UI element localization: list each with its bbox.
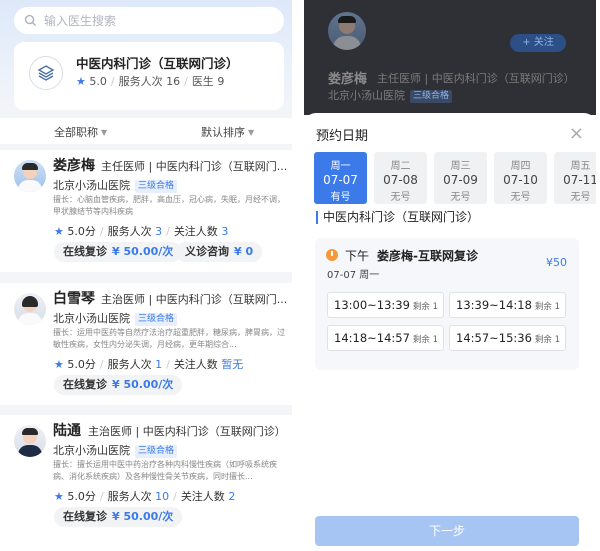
department-service-count: 16 bbox=[166, 75, 181, 88]
doctor-name: 白雪琴 bbox=[53, 291, 95, 307]
star-icon: ★ bbox=[54, 358, 64, 371]
department-rating: 5.0 bbox=[89, 75, 107, 88]
doctor-stats: ★ 5.0分 / 服务人次 10/关注人数 2 bbox=[54, 490, 236, 503]
doctor-list-screen: 输入医生搜索 中医内科门诊（互联网门诊） ★ 5.0/服务人次 16/医生 9 … bbox=[0, 0, 292, 551]
doctor-hospital: 北京小汤山医院 三级合格 bbox=[53, 442, 178, 458]
profile-name: 娄彦梅 bbox=[328, 72, 368, 87]
slot-price: ¥50 bbox=[546, 256, 567, 269]
booking-screen: + 关注 娄彦梅 主任医师 | 中医内科门诊（互联网门诊） 北京小汤山医院 三级合… bbox=[304, 0, 596, 551]
dimmed-profile-overlay[interactable]: + 关注 娄彦梅 主任医师 | 中医内科门诊（互联网门诊） 北京小汤山医院 三级合… bbox=[304, 0, 596, 115]
doctor-stats: ★ 5.0分 / 服务人次 3/关注人数 3 bbox=[54, 225, 229, 238]
booking-sheet: 预约日期 × 周一 07-07 有号 周二 07-08 无号 周三 07-09 … bbox=[304, 113, 596, 551]
online-revisit-chip[interactable]: 在线复诊 ¥ 50.00/次 bbox=[54, 242, 183, 262]
time-slot[interactable]: 13:39~14:18 剩余 1 bbox=[449, 292, 566, 318]
hospital-tag: 三级合格 bbox=[135, 180, 178, 193]
doctor-card[interactable]: 陆通 主治医师 | 中医内科门诊（互联网门诊） 北京小汤山医院 三级合格 擅长：擅… bbox=[0, 415, 292, 551]
doctor-card[interactable]: 白雪琴 主治医师 | 中医内科门诊（互联网门... 北京小汤山医院 三级合格 擅长… bbox=[0, 283, 292, 405]
date-option[interactable]: 周三 07-09 无号 bbox=[434, 152, 487, 204]
profile-hospital: 北京小汤山医院 三级合格 bbox=[328, 87, 453, 103]
caret-down-icon: ▼ bbox=[248, 128, 255, 137]
search-placeholder: 输入医生搜索 bbox=[44, 14, 117, 28]
department-card[interactable]: 中医内科门诊（互联网门诊） ★ 5.0/服务人次 16/医生 9 bbox=[14, 42, 284, 110]
layers-icon bbox=[29, 56, 63, 90]
hospital-tag: 三级合格 bbox=[135, 445, 178, 458]
doctor-name: 娄彦梅 bbox=[53, 158, 95, 174]
date-option[interactable]: 周一 07-07 有号 bbox=[314, 152, 367, 204]
doctor-stats: ★ 5.0分 / 服务人次 1/关注人数 暂无 bbox=[54, 358, 244, 371]
doctor-title: 主任医师 | 中医内科门诊（互联网门... bbox=[101, 160, 288, 173]
online-revisit-chip[interactable]: 在线复诊 ¥ 50.00/次 bbox=[54, 375, 183, 395]
doctor-hospital: 北京小汤山医院 三级合格 bbox=[53, 177, 178, 193]
follow-button[interactable]: + 关注 bbox=[510, 34, 566, 52]
avatar bbox=[14, 293, 46, 325]
slot-date: 07-07 周一 bbox=[327, 270, 380, 281]
next-step-button[interactable]: 下一步 bbox=[315, 516, 579, 546]
section-label: 中医内科门诊（互联网门诊） bbox=[316, 211, 479, 224]
hospital-tag: 三级合格 bbox=[410, 90, 453, 103]
filter-bar: 全部职称 ▼ 默认排序 ▼ bbox=[0, 118, 292, 144]
date-option[interactable]: 周二 07-08 无号 bbox=[374, 152, 427, 204]
date-option[interactable]: 周四 07-10 无号 bbox=[494, 152, 547, 204]
avatar bbox=[14, 425, 46, 457]
doctor-specialty: 擅长：运用中医药等自然疗法治疗超重肥胖，糖尿病，脾胃病，过敏性疾病，女性内分泌失… bbox=[53, 328, 285, 349]
title-filter[interactable]: 全部职称 ▼ bbox=[54, 124, 107, 140]
date-picker: 周一 07-07 有号 周二 07-08 无号 周三 07-09 无号 周四 0… bbox=[314, 152, 596, 204]
star-icon: ★ bbox=[54, 490, 64, 503]
slot-group: 下午 娄彦梅-互联网复诊 ¥50 07-07 周一 13:00~13:39 剩余 1… bbox=[315, 238, 579, 370]
slot-group-header: 下午 娄彦梅-互联网复诊 bbox=[345, 249, 478, 263]
search-input[interactable]: 输入医生搜索 bbox=[14, 7, 284, 34]
sort-filter[interactable]: 默认排序 ▼ bbox=[201, 124, 254, 140]
avatar bbox=[328, 12, 366, 50]
star-icon: ★ bbox=[76, 75, 86, 88]
close-icon[interactable]: × bbox=[569, 123, 584, 144]
doctor-hospital: 北京小汤山医院 三级合格 bbox=[53, 310, 178, 326]
time-slot[interactable]: 13:00~13:39 剩余 1 bbox=[327, 292, 444, 318]
doctor-title: 主治医师 | 中医内科门诊（互联网门诊） bbox=[88, 425, 286, 438]
caret-down-icon: ▼ bbox=[101, 128, 108, 137]
date-option[interactable]: 周五 07-11 无号 bbox=[554, 152, 596, 204]
doctor-name: 陆通 bbox=[53, 423, 81, 439]
avatar bbox=[14, 160, 46, 192]
online-revisit-chip[interactable]: 在线复诊 ¥ 50.00/次 bbox=[54, 507, 183, 527]
department-doctor-count: 9 bbox=[217, 75, 225, 88]
department-title: 中医内科门诊（互联网门诊） bbox=[76, 56, 239, 71]
time-slot[interactable]: 14:18~14:57 剩余 1 bbox=[327, 325, 444, 351]
department-stats: ★ 5.0/服务人次 16/医生 9 bbox=[76, 75, 225, 88]
doctor-specialty: 擅长：心脑血管疾病，肥胖，高血压，冠心病，失眠，月经不调，甲状腺结节等内科疾病 bbox=[53, 195, 285, 216]
sheet-title: 预约日期 bbox=[316, 129, 369, 144]
doctor-title: 主治医师 | 中医内科门诊（互联网门... bbox=[101, 293, 288, 306]
search-icon bbox=[24, 14, 37, 27]
clock-icon bbox=[326, 249, 338, 261]
profile-title: 主任医师 | 中医内科门诊（互联网门诊） bbox=[377, 72, 575, 85]
doctor-card[interactable]: 娄彦梅 主任医师 | 中医内科门诊（互联网门... 北京小汤山医院 三级合格 擅长… bbox=[0, 150, 292, 272]
doctor-specialty: 擅长：擅长运用中医中药治疗各种内科慢性疾病（如呼吸系统疾病、消化系统疾病）及各种… bbox=[53, 460, 277, 481]
free-consult-chip[interactable]: 义诊咨询 ¥ 0 bbox=[176, 242, 263, 262]
star-icon: ★ bbox=[54, 225, 64, 238]
time-slot[interactable]: 14:57~15:36 剩余 1 bbox=[449, 325, 566, 351]
hospital-tag: 三级合格 bbox=[135, 313, 178, 326]
